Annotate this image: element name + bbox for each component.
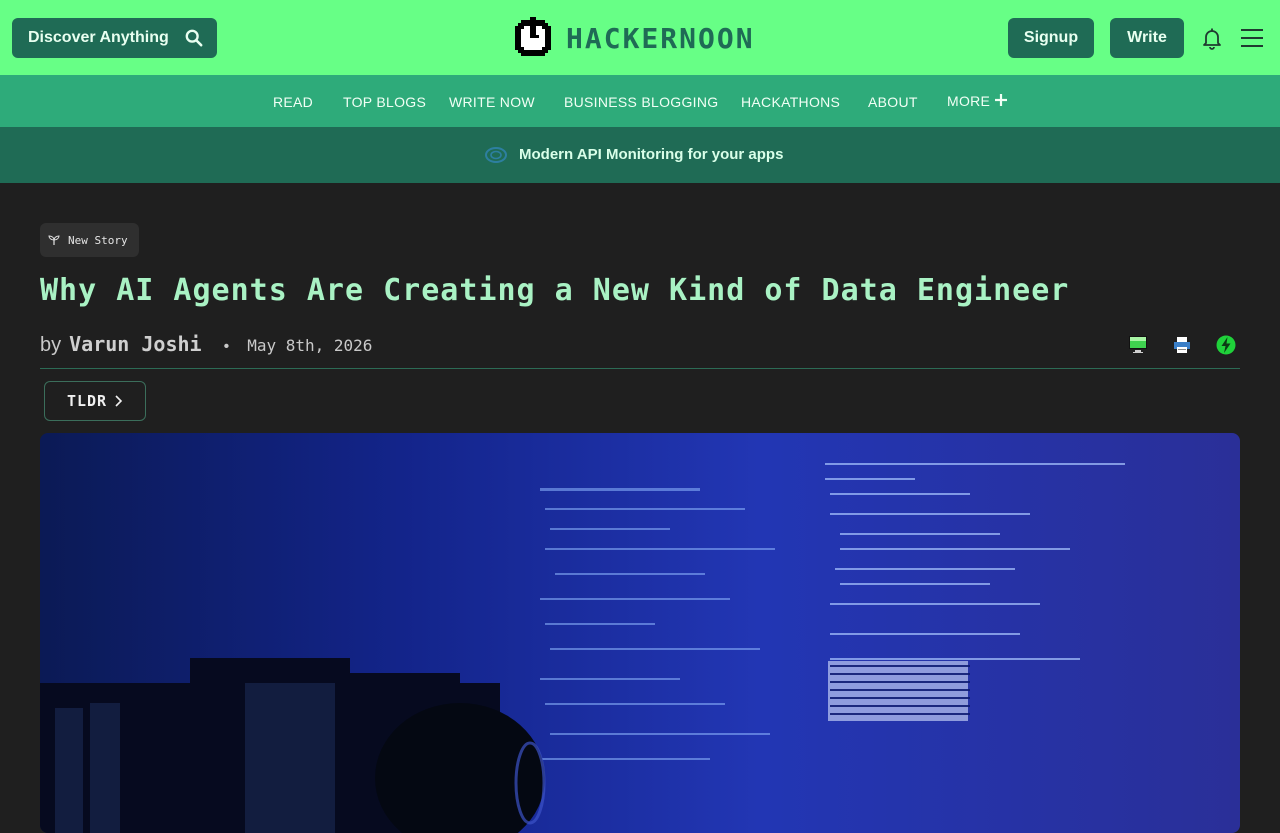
printer-icon[interactable] bbox=[1171, 334, 1193, 356]
nav-item-hackathons[interactable]: HACKATHONS bbox=[741, 94, 840, 110]
byline: by Varun Joshi • May 8th, 2026 bbox=[40, 332, 372, 357]
new-story-tag: New Story bbox=[40, 223, 139, 257]
person-in-front-of-code-screen-image bbox=[40, 463, 1125, 833]
tag-label: New Story bbox=[68, 233, 128, 247]
sprout-icon bbox=[48, 235, 60, 245]
nav-item-top-blogs[interactable]: TOP BLOGS bbox=[343, 94, 426, 110]
hamburger-menu-icon[interactable] bbox=[1240, 27, 1264, 49]
nav-item-business-blogging[interactable]: BUSINESS BLOGGING bbox=[564, 94, 718, 110]
separator-dot: • bbox=[223, 338, 230, 355]
search-icon bbox=[185, 29, 203, 47]
nav-item-read[interactable]: READ bbox=[273, 94, 313, 110]
api-monitor-logo-icon bbox=[485, 147, 507, 163]
logo-mark-icon bbox=[515, 17, 551, 56]
write-button[interactable]: Write bbox=[1110, 18, 1184, 58]
nav-item-write-now[interactable]: WRITE NOW bbox=[449, 94, 535, 110]
hero-image bbox=[40, 433, 1240, 833]
hackernoon-logo[interactable]: HACKERNOON bbox=[512, 17, 755, 59]
bell-icon[interactable] bbox=[1200, 26, 1224, 50]
tldr-button[interactable]: TLDR bbox=[44, 381, 146, 421]
monitor-icon[interactable] bbox=[1127, 334, 1149, 356]
discover-search-button[interactable]: Discover Anything bbox=[12, 18, 217, 58]
by-label: by bbox=[40, 334, 62, 356]
lightning-icon[interactable] bbox=[1215, 334, 1237, 356]
tldr-label: TLDR bbox=[66, 392, 108, 410]
byline-divider bbox=[40, 368, 1240, 369]
publish-date: May 8th, 2026 bbox=[247, 336, 373, 355]
discover-label: Discover Anything bbox=[28, 29, 169, 46]
plus-icon[interactable] bbox=[993, 92, 1009, 108]
promo-link[interactable]: Modern API Monitoring for your apps bbox=[519, 146, 783, 163]
chevron-right-icon bbox=[115, 395, 123, 407]
author-link[interactable]: Varun Joshi bbox=[69, 332, 201, 356]
logo-text: HACKERNOON bbox=[566, 21, 755, 55]
nav-item-more[interactable]: MORE bbox=[947, 93, 990, 109]
article-title: Why AI Agents Are Creating a New Kind of… bbox=[40, 273, 1070, 308]
signup-button[interactable]: Signup bbox=[1008, 18, 1094, 58]
nav-item-about[interactable]: ABOUT bbox=[868, 94, 918, 110]
